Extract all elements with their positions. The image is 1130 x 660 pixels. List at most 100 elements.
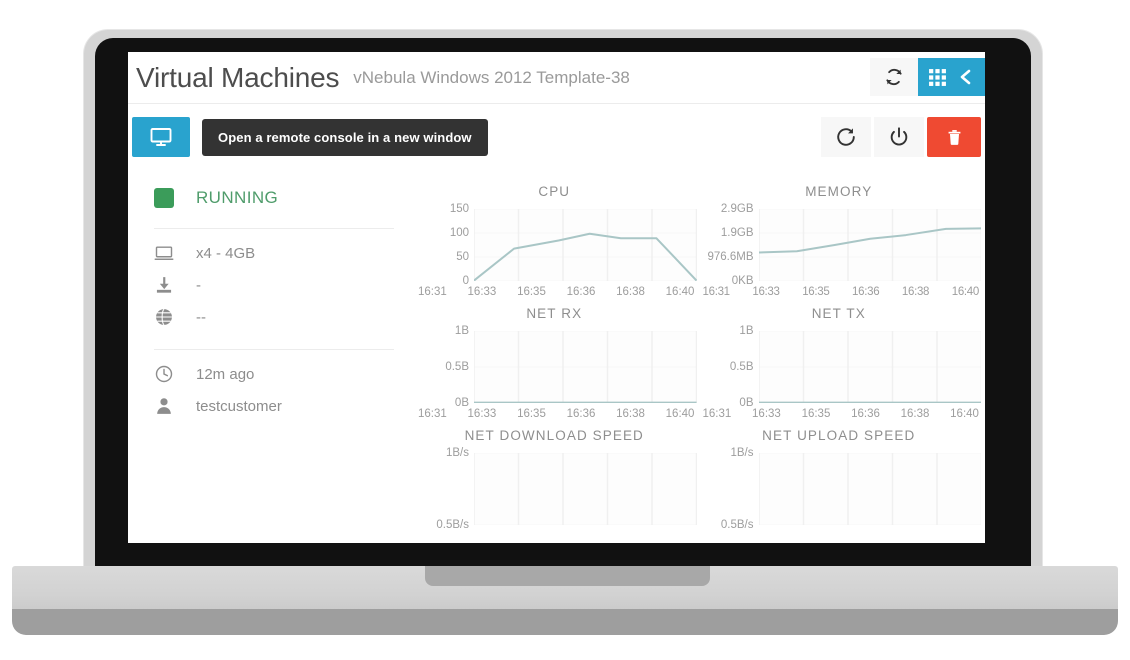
chart-net-rx: NET RX 1B0.5B0B 16:31 16:33 16:35 16:36 16:3…	[412, 298, 697, 420]
y-tick-label: 0.5B/s	[436, 519, 469, 531]
grid-icon[interactable]	[928, 68, 947, 87]
info-row-uptime: 12m ago	[154, 358, 394, 390]
screen-content: Virtual Machines vNebula Windows 2012 Te…	[128, 52, 985, 543]
power-icon	[888, 126, 910, 148]
x-tick-label: 16:31	[703, 286, 730, 298]
y-tick-label: 50	[456, 251, 469, 263]
chart-net-upload-speed: NET UPLOAD SPEED 1B/s0.5B/s	[697, 420, 982, 525]
x-tick-label: 16:35	[802, 286, 829, 298]
chevron-left-icon[interactable]	[957, 67, 975, 87]
monitor-icon	[154, 243, 174, 263]
y-tick-label: 0.5B	[445, 361, 469, 373]
vm-info-panel: RUNNING x4 - 4GB	[132, 170, 412, 525]
plot-area	[759, 453, 982, 525]
chart-title: NET RX	[412, 306, 697, 321]
x-axis: 16:3116:3316:3516:3616:3816:40	[416, 286, 697, 298]
x-tick-label: 16:35	[517, 408, 546, 420]
y-tick-label: 150	[450, 203, 469, 215]
y-axis: 1B/s0.5B/s	[701, 453, 759, 525]
y-tick-label: 976.6MB	[707, 251, 753, 263]
chart-title: NET DOWNLOAD SPEED	[412, 428, 697, 443]
user-icon	[154, 396, 174, 416]
y-tick-label: 1B	[455, 325, 469, 337]
info-row-disk: -	[154, 269, 394, 301]
laptop-front-lip	[12, 609, 1118, 635]
x-tick-label: 16:40	[950, 408, 979, 420]
refresh-icon	[884, 67, 904, 87]
y-tick-label: 0KB	[732, 275, 754, 287]
plot-area	[759, 209, 982, 281]
x-tick-label: 16:36	[851, 408, 880, 420]
y-tick-label: 1B	[739, 325, 753, 337]
status-indicator-icon	[154, 188, 174, 208]
chart-net-download-speed: NET DOWNLOAD SPEED 1B/s0.5B/s	[412, 420, 697, 525]
chart-title: MEMORY	[697, 184, 982, 199]
y-axis: 2.9GB1.9GB976.6MB0KB	[701, 209, 759, 281]
owner-value: testcustomer	[196, 398, 282, 415]
chart-row-1: CPU 150100500 16:3116:3316:3516:3616:381…	[412, 176, 981, 298]
y-axis: 1B0.5B0B	[416, 331, 474, 403]
vm-detail-body: RUNNING x4 - 4GB	[128, 170, 985, 525]
y-tick-label: 1B/s	[446, 447, 469, 459]
clock-icon	[154, 364, 174, 384]
screenshot-root: Virtual Machines vNebula Windows 2012 Te…	[0, 0, 1130, 660]
y-axis: 1B0.5B0B	[701, 331, 759, 403]
x-tick-label: 16:38	[902, 286, 929, 298]
open-console-button[interactable]	[132, 117, 190, 157]
monitor-icon	[149, 125, 173, 149]
disk-value: -	[196, 277, 201, 294]
x-tick-label: 16:31	[418, 286, 447, 298]
app-header: Virtual Machines vNebula Windows 2012 Te…	[128, 52, 985, 104]
status-label: RUNNING	[196, 188, 278, 208]
y-tick-label: 0.5B	[730, 361, 754, 373]
x-tick-label: 16:33	[468, 286, 497, 298]
x-tick-label: 16:33	[752, 286, 779, 298]
delete-button[interactable]	[927, 117, 981, 157]
chart-title: CPU	[412, 184, 697, 199]
vm-toolbar: Open a remote console in a new window	[128, 104, 985, 170]
console-tooltip: Open a remote console in a new window	[202, 119, 488, 156]
x-tick-label: 16:38	[901, 408, 930, 420]
x-tick-label: 16:35	[517, 286, 546, 298]
divider	[154, 228, 394, 229]
info-row-specs: x4 - 4GB	[154, 237, 394, 269]
view-toggle-group[interactable]	[918, 58, 985, 96]
x-tick-label: 16:31	[418, 408, 447, 420]
plot-area	[474, 453, 697, 525]
x-tick-label: 16:38	[616, 286, 645, 298]
chart-cpu: CPU 150100500 16:31 16:33 16:35 16:36 16:38 1…	[412, 176, 697, 298]
header-actions	[870, 58, 985, 96]
plot-area	[759, 331, 982, 403]
x-axis: 16:3116:3316:3516:3616:3816:40	[701, 408, 982, 420]
y-tick-label: 0B	[739, 397, 753, 409]
x-tick-label: 16:38	[616, 408, 645, 420]
info-row-owner: testcustomer	[154, 390, 394, 422]
plot-area	[474, 331, 697, 403]
info-row-network: --	[154, 301, 394, 333]
x-tick-label: 16:40	[952, 286, 979, 298]
power-button[interactable]	[874, 117, 924, 157]
chart-title: NET TX	[697, 306, 982, 321]
x-tick-label: 16:33	[752, 408, 781, 420]
chart-title: NET UPLOAD SPEED	[697, 428, 982, 443]
y-tick-label: 1B/s	[730, 447, 753, 459]
x-tick-label: 16:36	[567, 408, 596, 420]
x-axis: 16:31 16:33 16:35 16:36 16:38 16:40	[701, 286, 982, 298]
vm-action-buttons	[821, 117, 981, 157]
refresh-button[interactable]	[870, 58, 918, 96]
restart-icon	[835, 126, 857, 148]
x-tick-label: 16:36	[852, 286, 879, 298]
laptop-trackpad-notch	[425, 566, 710, 586]
metrics-charts: CPU 150100500 16:3116:3316:3516:3616:381…	[412, 170, 981, 525]
x-tick-label: 16:33	[468, 408, 497, 420]
y-tick-label: 1.9GB	[721, 227, 754, 239]
chart-row-2: NET RX 1B0.5B0B 16:3116:3316:3516:3616:3…	[412, 298, 981, 420]
y-axis: 150100500	[416, 209, 474, 281]
plot-area	[474, 209, 697, 281]
x-tick-label: 16:36	[567, 286, 596, 298]
download-icon	[154, 275, 174, 295]
x-tick-label: 16:35	[802, 408, 831, 420]
chart-memory: MEMORY 2.9GB1.9GB976.6MB0KB 16:3116:3316…	[697, 176, 982, 298]
page-title: Virtual Machines	[136, 62, 339, 94]
restart-button[interactable]	[821, 117, 871, 157]
